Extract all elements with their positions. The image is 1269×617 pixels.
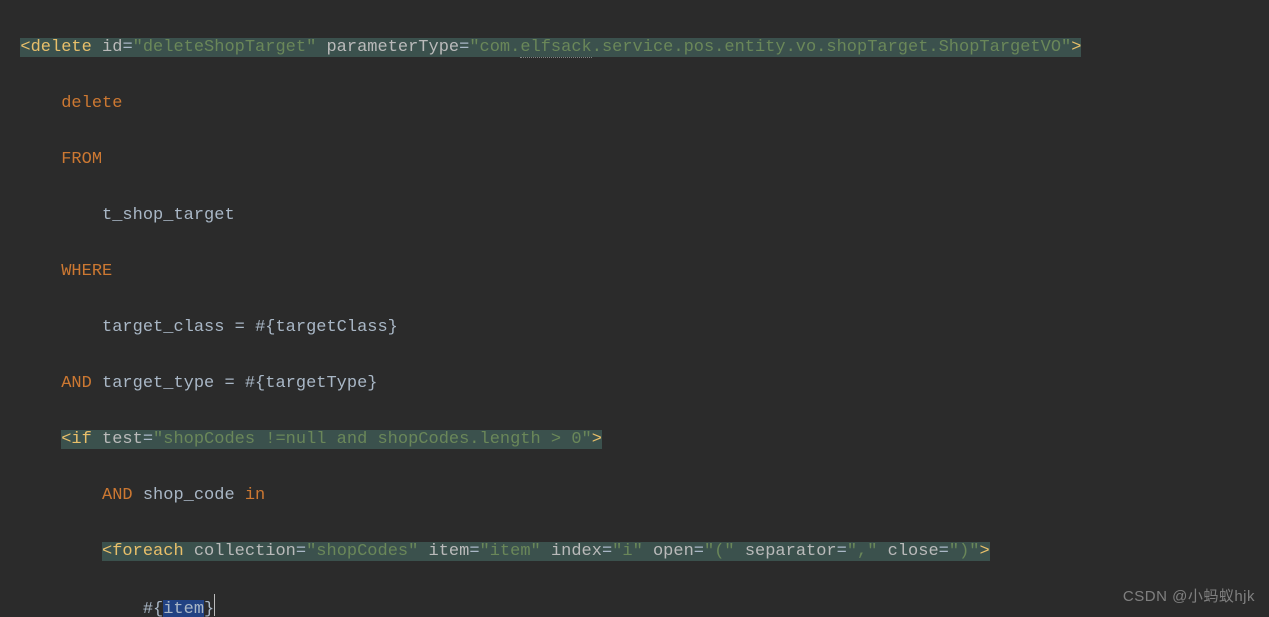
attr-open: open xyxy=(653,542,694,561)
code-line[interactable]: <foreach collection="shopCodes" item="it… xyxy=(0,538,1269,566)
code-line[interactable]: FROM xyxy=(0,146,1269,174)
attr-parameterType: parameterType xyxy=(326,38,459,57)
attr-value: "item" xyxy=(480,542,541,561)
sql-keyword-and: AND xyxy=(102,486,133,505)
attr-close: close xyxy=(888,542,939,561)
attr-test: test xyxy=(102,430,143,449)
code-line[interactable]: <if test="shopCodes !=null and shopCodes… xyxy=(0,426,1269,454)
foreach-item-close: } xyxy=(204,600,214,617)
sql-condition: target_class = xyxy=(102,318,255,337)
attr-separator: separator xyxy=(745,542,837,561)
foreach-item-open: #{ xyxy=(143,600,163,617)
sql-keyword-where: WHERE xyxy=(61,262,112,281)
code-line[interactable]: WHERE xyxy=(0,258,1269,286)
code-editor[interactable]: <delete id="deleteShopTarget" parameterT… xyxy=(0,0,1269,617)
attr-value-id: "deleteShopTarget" xyxy=(133,38,317,57)
attr-value-pt-post: .service.pos.entity.vo.shopTarget.ShopTa… xyxy=(592,38,1071,57)
attr-item: item xyxy=(429,542,470,561)
code-line[interactable]: AND shop_code in xyxy=(0,482,1269,510)
sql-param: #{targetClass} xyxy=(255,318,398,337)
text-cursor xyxy=(214,594,215,616)
attr-id: id xyxy=(102,38,122,57)
attr-value: "i" xyxy=(612,542,643,561)
code-line[interactable]: delete xyxy=(0,90,1269,118)
code-line[interactable]: #{item} xyxy=(0,594,1269,617)
sql-keyword-from: FROM xyxy=(61,150,102,169)
code-line[interactable]: target_class = #{targetClass} xyxy=(0,314,1269,342)
code-line[interactable]: t_shop_target xyxy=(0,202,1269,230)
sql-condition: target_type = #{targetType} xyxy=(92,374,378,393)
attr-value: ")" xyxy=(949,542,980,561)
tag-name-delete: delete xyxy=(31,38,92,57)
tag-name-if: if xyxy=(71,430,91,449)
equals-sign: = xyxy=(122,38,132,57)
equals-sign: = xyxy=(459,38,469,57)
tag-open-bracket: < xyxy=(20,38,30,57)
attr-value-test: "shopCodes !=null and shopCodes.length >… xyxy=(153,430,592,449)
tag-close-bracket: > xyxy=(979,542,989,561)
attr-value: "(" xyxy=(704,542,735,561)
tag-open-bracket: < xyxy=(61,430,71,449)
code-line[interactable]: AND target_type = #{targetType} xyxy=(0,370,1269,398)
attr-index: index xyxy=(551,542,602,561)
code-line[interactable]: <delete id="deleteShopTarget" parameterT… xyxy=(0,34,1269,62)
attr-value: "," xyxy=(847,542,878,561)
attr-collection: collection xyxy=(194,542,296,561)
tag-close-bracket: > xyxy=(592,430,602,449)
sql-keyword-in: in xyxy=(245,486,265,505)
attr-value: "shopCodes" xyxy=(306,542,418,561)
tag-open-bracket: < xyxy=(102,542,112,561)
foreach-item-mid: item xyxy=(163,600,204,617)
sql-table-name: t_shop_target xyxy=(102,206,235,225)
tag-name-foreach: foreach xyxy=(112,542,183,561)
sql-keyword-and: AND xyxy=(61,374,92,393)
tag-close-bracket: > xyxy=(1071,38,1081,57)
sql-keyword-delete: delete xyxy=(61,94,122,113)
equals-sign: = xyxy=(143,430,153,449)
attr-value-pt-pre: "com. xyxy=(469,38,520,57)
sql-column: shop_code xyxy=(133,486,245,505)
attr-value-pt-mid: elfsack xyxy=(520,38,591,58)
